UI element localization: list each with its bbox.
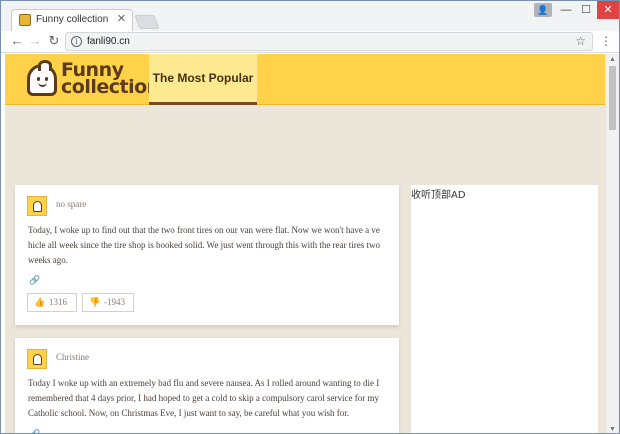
downvote-button[interactable]: 👎 -1943	[82, 293, 134, 312]
thumbs-up-icon: 👍	[34, 297, 46, 307]
ghost-logo-icon	[27, 60, 57, 96]
post-text: Today, I woke up to find out that the tw…	[28, 225, 381, 265]
downvote-count: -1943	[104, 297, 125, 307]
avatar[interactable]	[27, 349, 47, 369]
upvote-count: 1316	[49, 297, 67, 307]
user-icon[interactable]: 👤	[534, 3, 552, 17]
post-username[interactable]: Christine	[56, 352, 89, 362]
star-icon[interactable]: ☆	[575, 34, 586, 48]
site-header: Funny collection The Most Popular	[5, 54, 605, 105]
sidebar-ad: 收听顶部AD	[411, 185, 598, 433]
new-tab-button[interactable]	[134, 15, 160, 29]
tab-close-icon[interactable]: ✕	[117, 12, 126, 25]
post-username[interactable]: no spare	[56, 199, 86, 209]
post-card: no spare Today, I woke up to find out th…	[15, 185, 399, 325]
back-arrow-icon[interactable]: ←	[9, 33, 25, 49]
attachment-icon[interactable]: 🔗	[29, 429, 40, 433]
page-viewport: Funny collection The Most Popular no spa…	[5, 54, 605, 433]
logo-text: Funny collection	[61, 61, 160, 98]
close-icon[interactable]: ✕	[597, 1, 619, 19]
site-favicon-icon	[19, 14, 31, 26]
logo-eye	[37, 77, 40, 81]
title-bar: Funny collection ✕ 👤 — ☐ ✕	[1, 1, 619, 31]
scroll-thumb[interactable]	[609, 66, 616, 130]
thumbs-down-icon: 👎	[89, 297, 101, 307]
site-logo[interactable]: Funny collection	[27, 60, 160, 100]
forward-arrow-icon[interactable]: →	[27, 33, 43, 49]
maximize-icon[interactable]: ☐	[577, 1, 595, 19]
upvote-button[interactable]: 👍 1316	[27, 293, 77, 312]
logo-line-2: collection	[61, 76, 160, 98]
ghost-avatar-icon	[33, 354, 42, 365]
reload-icon[interactable]: ↻	[46, 33, 62, 49]
address-bar[interactable]: i fanli90.cn ☆	[65, 32, 593, 51]
scroll-down-icon[interactable]: ▼	[609, 426, 616, 433]
post-text: Today I woke up with an extremely bad fl…	[28, 378, 380, 418]
browser-toolbar: ← → ↻ i fanli90.cn ☆ ⋮	[1, 31, 619, 53]
menu-icon[interactable]: ⋮	[599, 34, 613, 48]
scroll-up-icon[interactable]: ▲	[609, 56, 616, 63]
logo-eye	[45, 77, 48, 81]
vertical-scrollbar[interactable]: ▲ ▼	[605, 54, 619, 433]
sidebar-title: 收听顶部AD	[411, 190, 466, 201]
tab-title: Funny collection	[36, 14, 109, 25]
logo-mouth	[38, 82, 47, 87]
post-card: Christine Today I woke up with an extrem…	[15, 338, 399, 433]
minimize-icon[interactable]: —	[557, 1, 575, 19]
ghost-avatar-icon	[33, 201, 42, 212]
nav-most-popular[interactable]: The Most Popular	[149, 54, 257, 105]
avatar[interactable]	[27, 196, 47, 216]
info-icon[interactable]: i	[71, 36, 82, 47]
browser-window: Funny collection ✕ 👤 — ☐ ✕ ← → ↻ i fanli…	[0, 0, 620, 434]
nav-most-popular-label: The Most Popular	[152, 71, 254, 85]
url-text[interactable]: fanli90.cn	[87, 36, 130, 47]
attachment-icon[interactable]: 🔗	[29, 275, 40, 286]
browser-tab[interactable]: Funny collection ✕	[11, 9, 133, 31]
